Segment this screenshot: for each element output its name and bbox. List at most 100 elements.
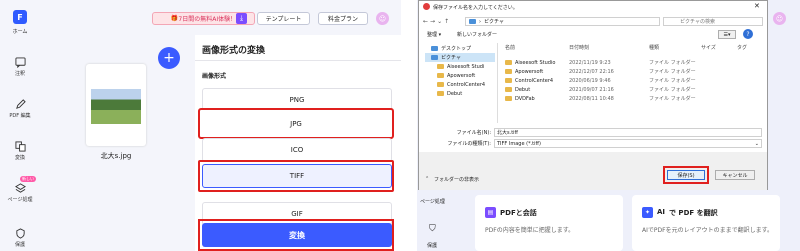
avatar[interactable]: ☺ [773, 12, 786, 25]
sidebar: F ホーム 注釈 PDF 編集 変換 新しい ページ処理 保護 [0, 0, 40, 251]
format-label: GIF [291, 210, 303, 218]
shield-icon [15, 228, 25, 239]
chevron-up-icon[interactable]: ⌃ [425, 176, 429, 182]
file-name: 北大s.jpg [100, 152, 132, 160]
file-row-date: 2022/08/11 10:48 [569, 95, 614, 102]
search-placeholder: ピクチャの検索 [680, 19, 715, 25]
hide-folders-toggle[interactable]: フォルダーの非表示 [434, 176, 479, 183]
column-header[interactable]: 日付時刻 [569, 44, 589, 51]
file-row[interactable]: Apowersoft 2022/12/07 22:16 ファイル フォルダー [501, 67, 763, 76]
sidebar-item-edit[interactable]: PDF 編集 [0, 99, 40, 119]
sidebar-item-protect[interactable]: 保護 [0, 228, 40, 248]
file-row[interactable]: ControlCenter4 2020/06/19 9:46 ファイル フォルダー [501, 76, 763, 85]
convert-button[interactable]: 変換 [202, 223, 392, 247]
file-row-name: Aiseesoft Studio [515, 59, 556, 66]
sidebar-item-annotate[interactable]: 注釈 [0, 57, 40, 77]
bg-sidebar-label: ページ処理 [420, 199, 445, 205]
card-title: PDFと会話 [500, 209, 537, 217]
organize-menu[interactable]: 整理 ▾ [427, 31, 441, 38]
chat-icon: ▤ [485, 207, 496, 218]
filetype-label: ファイルの種類(T): [447, 141, 491, 147]
folder-icon [437, 82, 444, 87]
format-jpg[interactable]: JPG [198, 108, 394, 139]
chat-pdf-card[interactable]: ▤ PDFと会話 PDFの内容を簡単に把握します。 [475, 195, 623, 251]
tree-label: ControlCenter4 [447, 81, 486, 88]
file-row-type: ファイル フォルダー [649, 69, 696, 75]
right-app-window: ページ処理 保護 ⛉ ☺ ▤ PDFと会話 PDFの内容を簡単に把握します。 ✦… [417, 0, 800, 251]
app-logo-icon[interactable]: F [13, 10, 27, 24]
cancel-button[interactable]: キャンセル [715, 170, 755, 180]
column-header[interactable]: 名前 [505, 44, 515, 51]
chevron-down-icon: ⌄ [754, 140, 759, 147]
folder-icon [505, 96, 512, 101]
download-icon[interactable]: ⤓ [236, 13, 247, 24]
list-header: 名前 日付時刻 種類 サイズ タグ [501, 43, 763, 52]
tree-item-pictures[interactable]: ピクチャ [425, 53, 495, 62]
forward-icon[interactable]: → [430, 18, 437, 25]
pen-icon [15, 99, 26, 109]
address-bar[interactable]: › ピクチャ [465, 17, 660, 26]
sidebar-item-label: 変換 [14, 155, 25, 161]
picture-folder-icon [469, 19, 476, 24]
card-ai-badge: AI [657, 208, 666, 216]
gift-icon: 🎁 [170, 15, 179, 22]
tree-item[interactable]: Apowersoft [425, 71, 495, 80]
filename-label: ファイル名(N): [456, 130, 491, 136]
new-folder-button[interactable]: 新しいフォルダー [457, 31, 497, 38]
file-row-name: Apowersoft [515, 68, 544, 75]
save-button[interactable]: 保存(S) [667, 170, 705, 180]
file-list: 名前 日付時刻 種類 サイズ タグ Aiseesoft Studio 2022/1… [501, 43, 763, 103]
folder-icon [505, 60, 512, 65]
file-card[interactable] [86, 64, 146, 146]
sidebar-item-convert[interactable]: 変換 [0, 141, 40, 161]
tree-item[interactable]: Aiseesoft Studi [425, 62, 495, 71]
folder-icon [437, 64, 444, 69]
search-input[interactable]: ピクチャの検索 [663, 17, 763, 26]
folder-tree: デスクトップ ピクチャ Aiseesoft Studi Apowersoft C… [425, 44, 495, 117]
tree-label: Apowersoft [447, 72, 476, 79]
tree-label: Debut [447, 90, 463, 97]
column-header[interactable]: タグ [737, 44, 747, 51]
column-header[interactable]: 種類 [649, 44, 659, 51]
card-title: で PDF を翻訳 [669, 209, 718, 217]
add-file-button[interactable]: + [158, 47, 180, 69]
tree-item[interactable]: Debut [425, 89, 495, 98]
tree-label: デスクトップ [441, 46, 472, 52]
folder-icon [505, 69, 512, 74]
view-options-icon[interactable]: ☰▾ [718, 30, 736, 39]
layers-icon [14, 183, 26, 193]
save-label: 保存(S) [677, 172, 695, 179]
back-icon[interactable]: ← [423, 18, 430, 25]
format-tiff[interactable]: TIFF [202, 164, 392, 188]
close-icon[interactable]: ✕ [754, 2, 760, 10]
format-ico[interactable]: ICO [202, 138, 392, 162]
home-label[interactable]: ホーム [0, 28, 40, 35]
folder-icon [437, 73, 444, 78]
dialog-title: 保存ファイル名を入力してください。 [433, 5, 518, 11]
translate-pdf-card[interactable]: ✦ AI で PDF を翻訳 AIでPDFを元のレイアウトのままで翻訳します。 [632, 195, 780, 251]
filetype-value: TIFF Image (*.tiff) [497, 140, 541, 147]
up-icon[interactable]: ↑ [444, 18, 451, 25]
sidebar-item-label: ページ処理 [7, 197, 33, 203]
file-row[interactable]: DVDFab 2022/08/11 10:48 ファイル フォルダー [501, 94, 763, 103]
pricing-button[interactable]: 料金プラン [318, 12, 368, 25]
avatar[interactable]: ☺ [376, 12, 389, 25]
help-icon[interactable]: ? [743, 29, 753, 39]
column-header[interactable]: サイズ [701, 44, 716, 51]
sidebar-item-label: 注釈 [14, 71, 25, 77]
address-text: ピクチャ [484, 19, 504, 25]
file-row[interactable]: Aiseesoft Studio 2022/11/19 9:23 ファイル フォルダ… [501, 58, 763, 67]
template-button[interactable]: テンプレート [257, 12, 310, 25]
sidebar-item-pages[interactable]: ページ処理 [0, 183, 40, 203]
tree-item-desktop[interactable]: デスクトップ [425, 44, 495, 53]
convert-panel: 画像形式の変換 画像形式 PNG JPG ICO TIFF GIF 変換 [195, 35, 401, 251]
format-label: JPG [290, 119, 302, 128]
filename-input[interactable]: 北大s.tiff [494, 128, 762, 137]
tree-label: Aiseesoft Studi [447, 63, 485, 70]
file-row-type: ファイル フォルダー [649, 78, 696, 84]
file-row-name: DVDFab [515, 95, 535, 102]
tree-item[interactable]: ControlCenter4 [425, 80, 495, 89]
file-row[interactable]: Debut 2021/09/07 21:16 ファイル フォルダー [501, 85, 763, 94]
card-text: AIでPDFを元のレイアウトのままで翻訳します。 [642, 227, 773, 234]
filetype-select[interactable]: TIFF Image (*.tiff) ⌄ [494, 139, 762, 148]
